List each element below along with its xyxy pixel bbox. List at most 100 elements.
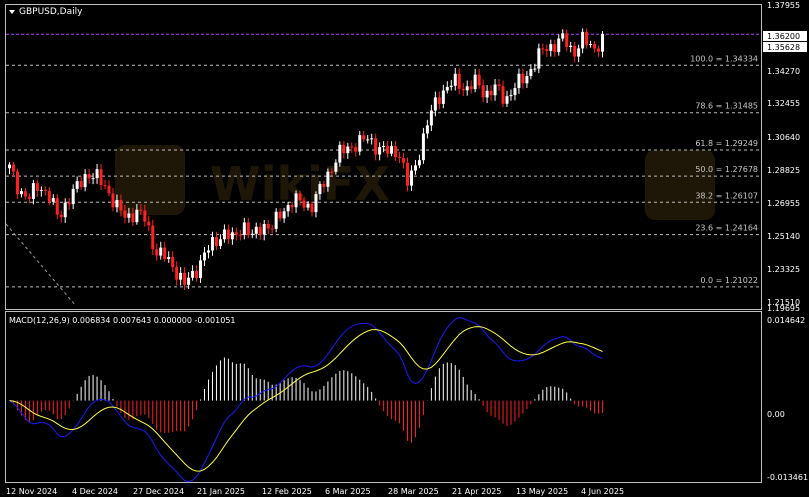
candle-body (67, 202, 71, 205)
candle-body (167, 257, 171, 260)
candle-body (489, 90, 493, 96)
candle-body (469, 86, 473, 90)
dropdown-triangle-icon[interactable] (9, 10, 15, 14)
candle-body (282, 211, 286, 219)
candle-body (59, 214, 63, 218)
high-price-tick: 1.36200 (767, 32, 800, 41)
candle-body (155, 249, 159, 256)
candle-body (151, 225, 155, 250)
candle-body (402, 158, 406, 163)
candle-body (330, 171, 334, 173)
candle-body (222, 229, 226, 240)
candle-body (214, 237, 218, 246)
candle-body (342, 144, 346, 154)
candle-body (79, 181, 83, 188)
candle-body (358, 135, 362, 152)
candle-body (203, 252, 207, 261)
candle-body (310, 203, 314, 213)
candle-body (437, 97, 441, 104)
candle-body (362, 135, 366, 140)
current-price-tick: 1.35628 (767, 43, 800, 52)
trading-chart[interactable]: WikiFX 100.0 = 1.34334 78.6 = 1.31485 61.8… (0, 0, 809, 497)
date-axis: 12 Nov 2024 4 Dec 2024 27 Dec 2024 21 Ja… (6, 487, 624, 496)
macd-label: MACD(12,26,9) 0.006834 0.007643 0.000000… (9, 316, 236, 325)
candle-body (394, 146, 398, 158)
candle-body (453, 73, 457, 86)
candle-body (71, 188, 75, 205)
candle-body (43, 190, 47, 192)
candle-body (517, 73, 521, 89)
candle-body (505, 96, 509, 104)
candle-body (601, 33, 605, 52)
candle-body (8, 164, 11, 169)
date-tick: 4 Dec 2024 (72, 487, 118, 496)
price-tick: 1.30640 (767, 133, 800, 142)
candle-body (561, 33, 565, 39)
candle-body (449, 85, 453, 88)
candle-body (569, 45, 573, 48)
candle-body (501, 86, 505, 104)
macd-tick: -0.013461 (767, 473, 808, 482)
date-tick: 4 Jun 2025 (581, 487, 624, 496)
candle-body (481, 85, 485, 98)
candle-body (485, 90, 489, 98)
date-tick: 12 Nov 2024 (6, 487, 57, 496)
fib-level-label: 78.6 = 1.31485 (695, 102, 758, 111)
date-tick: 27 Dec 2024 (133, 487, 184, 496)
candle-body (537, 48, 541, 69)
candle-body (545, 49, 549, 51)
candle-body (577, 48, 581, 57)
price-tick: 1.34270 (767, 67, 800, 76)
candle-body (199, 260, 203, 279)
macd-main-line (9, 316, 603, 483)
candle-body (207, 250, 210, 253)
fib-level-label: 61.8 = 1.29249 (695, 139, 758, 148)
watermark-logo: WikiFX (115, 145, 715, 220)
candle-body (83, 174, 87, 188)
candle-body (533, 68, 537, 70)
candle-body (553, 44, 557, 53)
candle-body (549, 44, 553, 51)
candle-body (421, 133, 425, 161)
candle-body (95, 169, 99, 179)
candle-body (39, 190, 43, 192)
candle-body (334, 162, 338, 172)
candle-body (111, 193, 115, 208)
fib-level-label: 100.0 = 1.34334 (690, 54, 758, 63)
candle-body (75, 181, 79, 189)
candle-body (386, 145, 390, 154)
candle-body (529, 69, 533, 77)
fib-level-label: 38.2 = 1.26107 (695, 191, 758, 200)
price-axis: 1.37955 1.36200 1.35628 1.34270 1.32455 … (763, 1, 807, 313)
candle-body (119, 200, 123, 211)
fib-level-label: 50.0 = 1.27678 (695, 165, 758, 174)
candle-body (87, 174, 91, 179)
candle-body (270, 228, 274, 230)
candle-body (513, 88, 517, 95)
candle-body (131, 213, 135, 223)
candle-body (589, 44, 593, 46)
candle-body (417, 160, 421, 166)
candle-body (163, 247, 167, 260)
candle-body (274, 211, 278, 229)
date-tick: 21 Jan 2025 (197, 487, 245, 496)
candle-body (210, 237, 214, 251)
candle-body (99, 169, 103, 185)
candle-body (242, 222, 246, 235)
candle-body (175, 267, 179, 280)
candle-body (171, 257, 175, 268)
candle-body (23, 191, 27, 197)
candle-body (278, 211, 282, 219)
candle-body (35, 183, 39, 192)
candle-body (354, 147, 358, 152)
candle-body (55, 198, 59, 215)
price-tick: 1.32455 (767, 99, 800, 108)
candle-body (593, 44, 597, 49)
symbol-label[interactable]: GBPUSD,Daily (19, 7, 83, 17)
candle-body (218, 239, 222, 246)
candle-body (107, 185, 111, 194)
candle-body (290, 205, 294, 208)
trend-line[interactable] (5, 223, 77, 307)
candle-body (346, 146, 350, 154)
candle-body (195, 270, 199, 279)
